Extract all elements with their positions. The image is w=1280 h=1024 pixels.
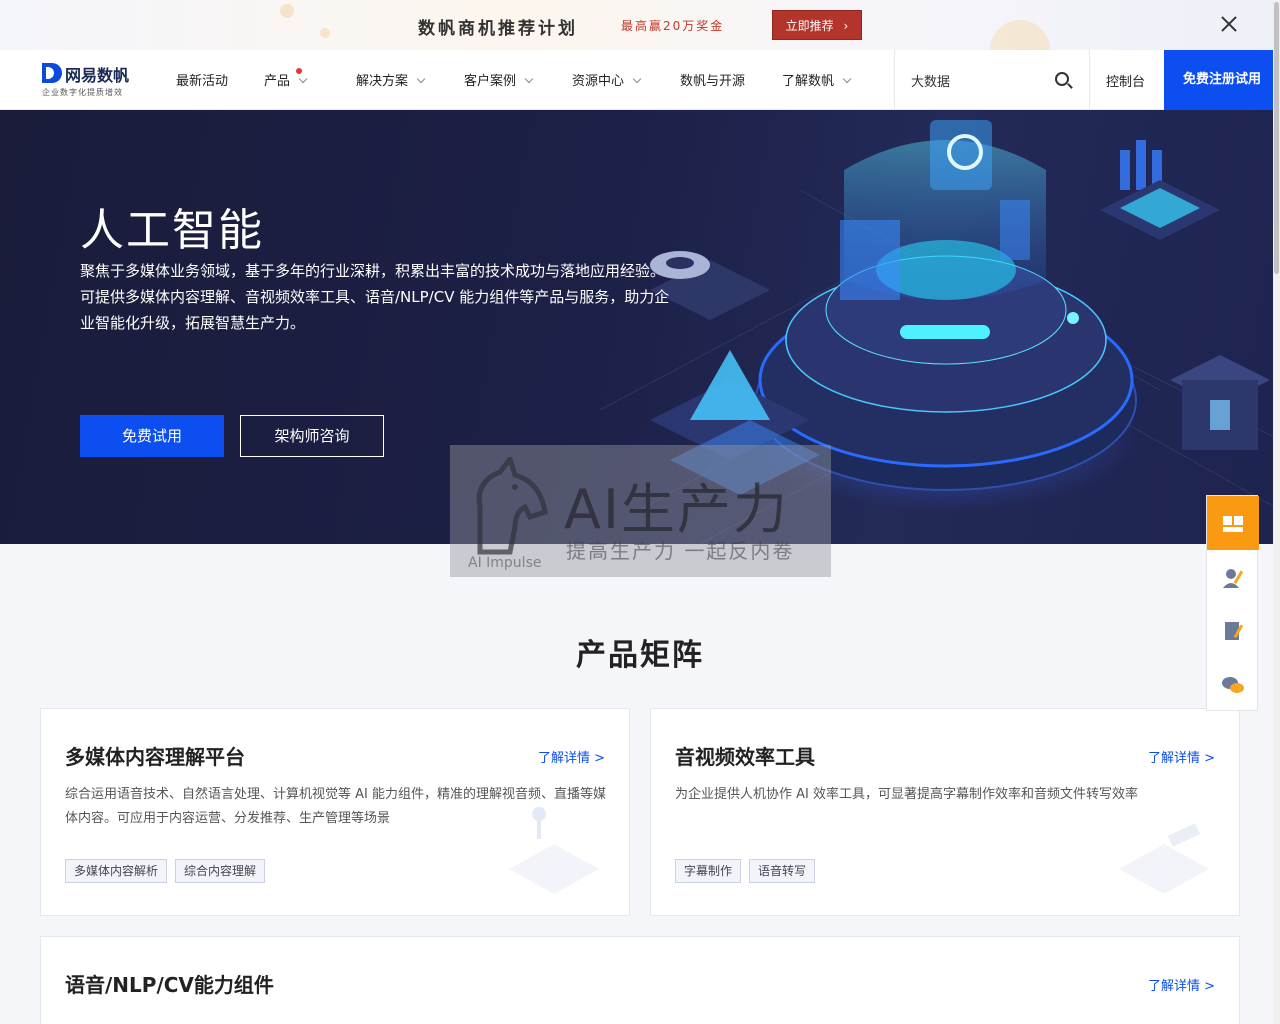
card-details-link[interactable]: 了解详情 > (538, 747, 605, 766)
card-title: 音视频效率工具 (675, 745, 815, 769)
chat-icon (1222, 677, 1244, 693)
nav-item-cases[interactable]: 客户案例 (464, 70, 534, 89)
free-trial-button[interactable]: 免费试用 (80, 415, 224, 457)
new-badge-dot (296, 68, 302, 74)
card-illustration-icon (1119, 823, 1209, 894)
nav-item-about[interactable]: 了解数帆 (782, 70, 852, 89)
horse-logo-icon (476, 457, 548, 555)
product-card-ai-components[interactable]: 语音/NLP/CV能力组件 了解详情 > (40, 936, 1240, 1024)
promo-recommend-button[interactable]: 立即推荐 › (772, 10, 862, 40)
nav-item-resources[interactable]: 资源中心 (572, 70, 642, 89)
chevron-down-icon (416, 74, 426, 84)
chevron-right-icon: › (843, 19, 849, 33)
card-details-link[interactable]: 了解详情 > (1148, 975, 1215, 994)
side-toolbar-top[interactable] (1207, 496, 1259, 550)
chevron-down-icon (524, 74, 534, 84)
search-icon[interactable] (1055, 72, 1069, 86)
promo-title: 数帆商机推荐计划 (418, 19, 578, 39)
feedback-button[interactable] (1207, 604, 1259, 658)
coin-icon (320, 28, 330, 38)
chevron-down-icon (842, 74, 852, 84)
grid-icon (1223, 516, 1243, 532)
nav-item-events[interactable]: 最新活动 (176, 70, 228, 89)
top-nav: 网易数帆 企业数字化提质增效 最新活动 产品 解决方案 客户案例 资源中心 数帆… (0, 50, 1280, 110)
section-title: 产品矩阵 (576, 638, 704, 673)
logo-slogan: 企业数字化提质增效 (42, 88, 123, 97)
nav-item-opensource[interactable]: 数帆与开源 (680, 70, 745, 89)
nav-item-label: 最新活动 (176, 74, 229, 89)
close-icon[interactable] (1219, 14, 1239, 34)
card-title: 多媒体内容理解平台 (65, 745, 245, 769)
coin-pile-icon (990, 20, 1050, 50)
product-card-av-tools[interactable]: 音视频效率工具 了解详情 > 为企业提供人机协作 AI 效率工具，可显著提高字幕… (650, 708, 1240, 916)
hero-title: 人工智能 (80, 205, 264, 256)
nav-item-products[interactable]: 产品 (264, 68, 308, 89)
promo-subtitle: 最高赢20万奖金 (621, 19, 725, 33)
search-input[interactable] (911, 70, 1051, 90)
architect-consult-button[interactable]: 架构师咨询 (240, 415, 384, 457)
nav-item-label: 数帆与开源 (680, 74, 746, 89)
watermark-subtext: 提高生产力 一起反内卷 (566, 539, 795, 563)
chevron-down-icon (298, 74, 308, 84)
scrollbar-thumb[interactable] (1274, 2, 1279, 274)
promo-button-label: 立即推荐 (785, 19, 834, 33)
consultant-button[interactable] (1207, 550, 1259, 604)
card-tag[interactable]: 综合内容理解 (175, 859, 266, 883)
page: 数帆商机推荐计划 最高赢20万奖金 立即推荐 › 网易数帆 企业数字化提质增效 … (0, 0, 1280, 1024)
watermark-text: AI生产力 (564, 478, 789, 541)
consultant-icon (1223, 569, 1244, 588)
coin-icon (280, 4, 294, 18)
nav-item-label: 了解数帆 (782, 74, 835, 89)
nav-item-label: 解决方案 (356, 74, 409, 89)
nav-item-label: 资源中心 (572, 74, 625, 89)
register-trial-button[interactable]: 免费注册试用 (1164, 50, 1280, 110)
card-details-link[interactable]: 了解详情 > (1148, 747, 1215, 766)
search-box (894, 50, 1090, 110)
logo-mark-icon (42, 63, 62, 83)
card-illustration-icon (509, 807, 599, 894)
chevron-down-icon (632, 74, 642, 84)
side-toolbar (1206, 495, 1259, 712)
edit-icon (1225, 622, 1244, 640)
logo[interactable]: 网易数帆 企业数字化提质增效 (40, 60, 140, 100)
logo-name: 网易数帆 (65, 66, 130, 85)
chat-button[interactable] (1207, 658, 1259, 712)
product-card-multimedia[interactable]: 多媒体内容理解平台 了解详情 > 综合运用语音技术、自然语言处理、计算机视觉等 … (40, 708, 630, 916)
card-tag[interactable]: 字幕制作 (675, 859, 742, 883)
card-title: 语音/NLP/CV能力组件 (65, 973, 274, 997)
nav-item-label: 产品 (264, 74, 291, 89)
watermark-english: AI Impulse (468, 555, 542, 571)
watermark: AI生产力 提高生产力 一起反内卷 AI Impulse (450, 445, 831, 577)
card-tag[interactable]: 多媒体内容解析 (65, 859, 168, 883)
nav-item-label: 客户案例 (464, 74, 517, 89)
hero-description: 聚焦于多媒体业务领域，基于多年的行业深耕，积累出丰富的技术成功与落地应用经验。可… (80, 262, 670, 332)
card-tag[interactable]: 语音转写 (749, 859, 816, 883)
console-link[interactable]: 控制台 (1106, 71, 1145, 90)
nav-item-solutions[interactable]: 解决方案 (356, 70, 426, 89)
promo-banner[interactable]: 数帆商机推荐计划 最高赢20万奖金 立即推荐 › (0, 0, 1280, 50)
